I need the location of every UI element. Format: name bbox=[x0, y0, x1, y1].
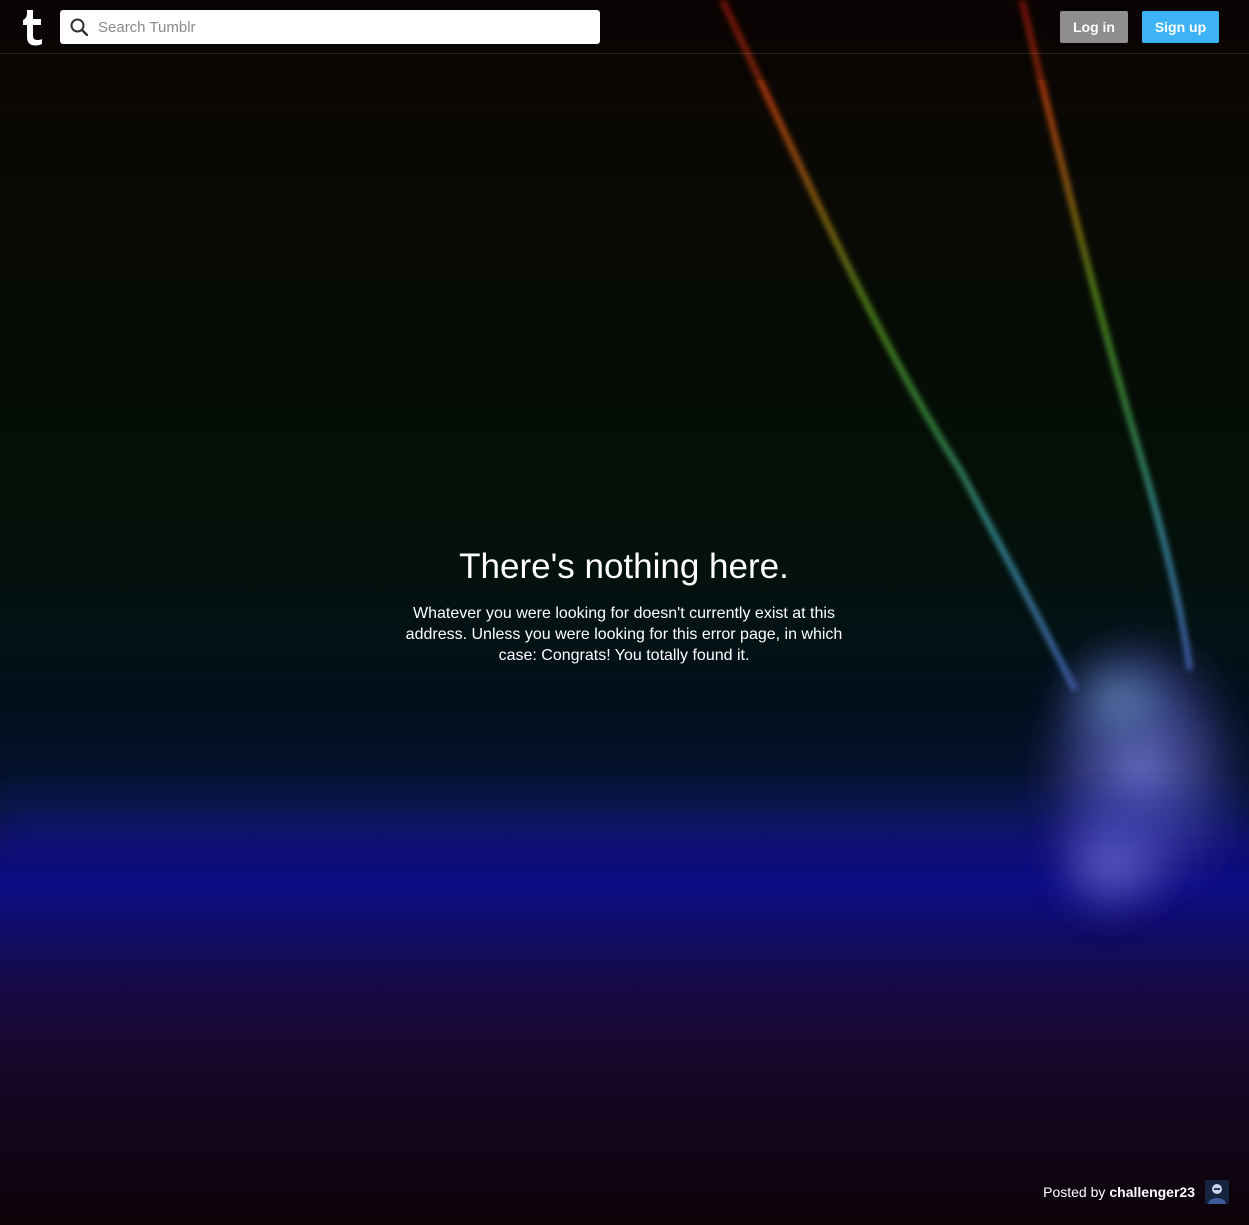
error-description: Whatever you were looking for doesn't cu… bbox=[405, 605, 843, 664]
credit-username-link[interactable]: challenger23 bbox=[1109, 1184, 1195, 1200]
login-button[interactable]: Log in bbox=[1060, 11, 1128, 43]
credit-prefix: Posted by bbox=[1043, 1184, 1106, 1200]
search-icon bbox=[70, 18, 88, 36]
error-title: There's nothing here. bbox=[459, 547, 789, 586]
search-bar[interactable] bbox=[60, 10, 600, 44]
background-credit: Posted by challenger23 bbox=[1043, 1178, 1229, 1206]
search-input[interactable] bbox=[98, 10, 588, 44]
avatar[interactable] bbox=[1205, 1180, 1229, 1204]
tumblr-logo-icon[interactable] bbox=[20, 8, 46, 46]
top-bar: Log in Sign up bbox=[0, 0, 1249, 54]
signup-button[interactable]: Sign up bbox=[1142, 11, 1219, 43]
user-avatar-icon bbox=[1205, 1180, 1229, 1204]
error-message-container: There's nothing here. Whatever you were … bbox=[374, 545, 874, 666]
